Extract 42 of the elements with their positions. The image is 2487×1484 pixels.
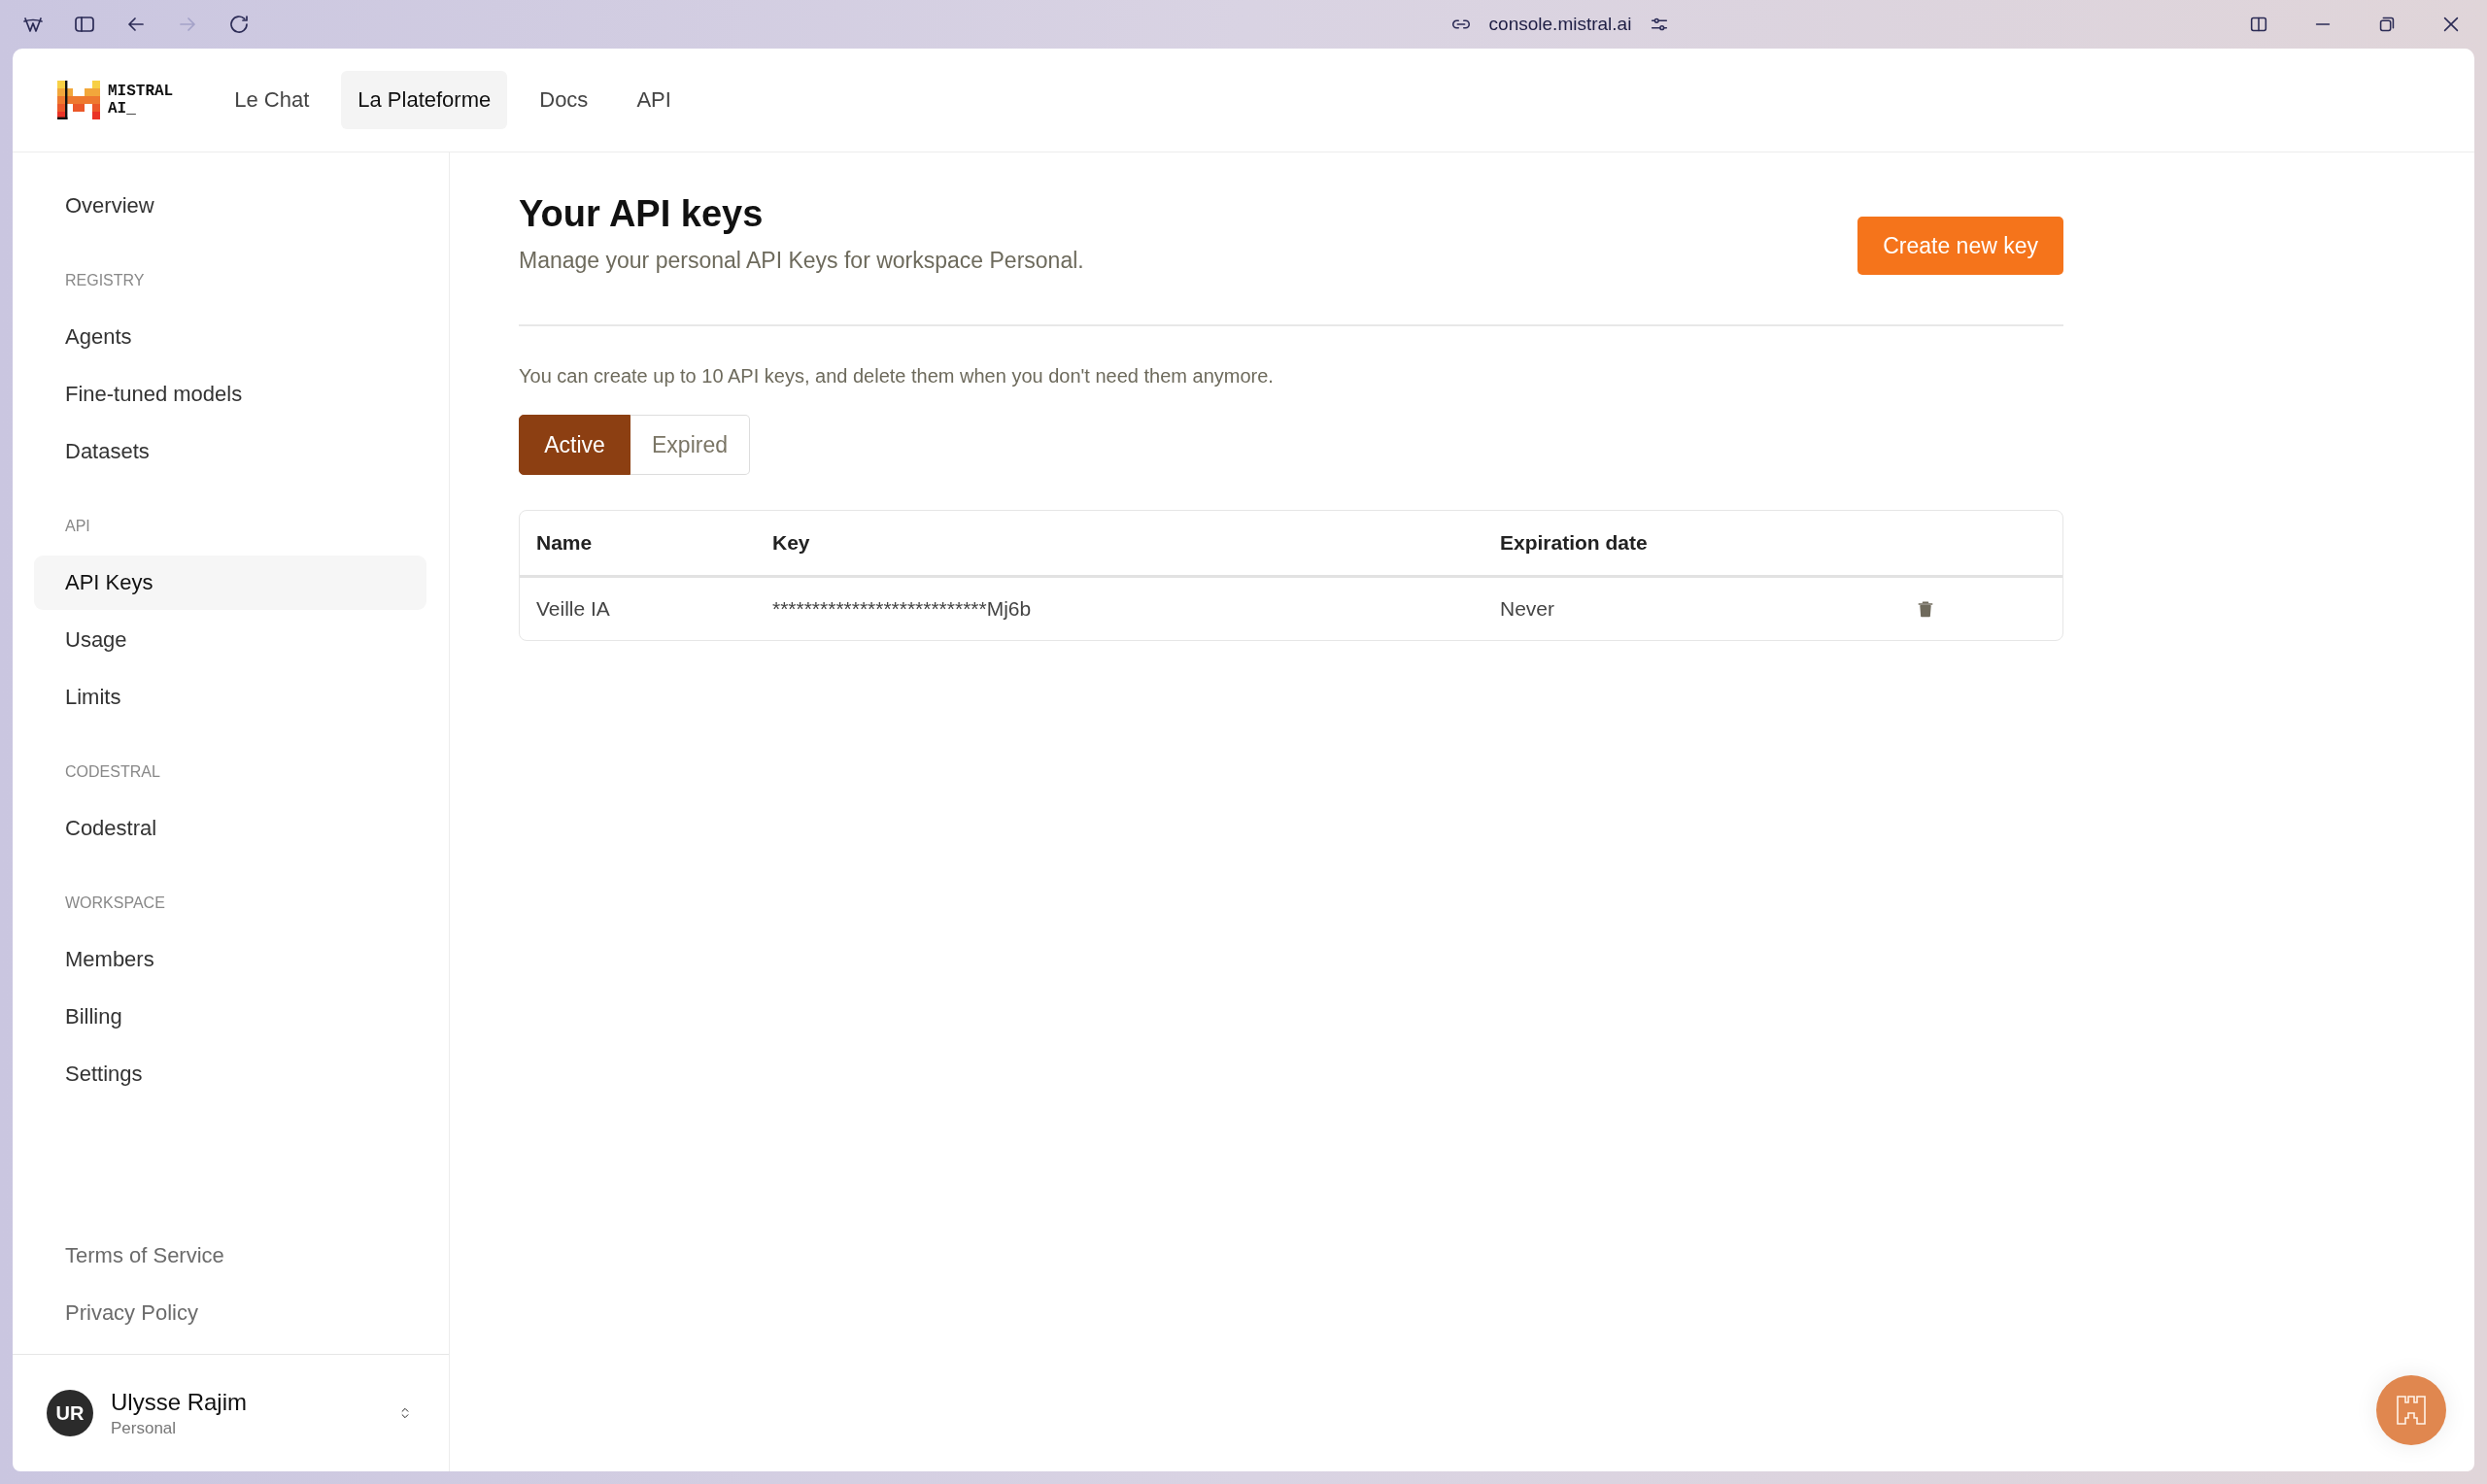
column-header: Expiration date: [1483, 511, 1899, 578]
filter-tab[interactable]: Active: [519, 415, 630, 475]
logo-text: AI_: [108, 100, 137, 118]
info-text: You can create up to 10 API keys, and delete them when you don't need them anymore.: [519, 365, 1275, 388]
footer-link[interactable]: Privacy Policy: [65, 1297, 449, 1329]
section-heading: CODESTRAL: [64, 762, 161, 782]
address-bar-url[interactable]: console.mistral.ai: [1488, 14, 1632, 35]
avatar: UR: [47, 1390, 93, 1436]
page-subtitle: Manage your personal API Keys for workspace Personal.: [519, 248, 1084, 274]
logo-text: MISTRAL: [108, 83, 174, 100]
table-cell-text: Veille IA: [535, 596, 611, 622]
nav-link[interactable]: API: [620, 71, 688, 129]
nav-link[interactable]: Le Chat: [218, 71, 326, 129]
account-switcher[interactable]: UR Ulysse Rajim Personal: [13, 1354, 449, 1471]
reload-icon[interactable]: [227, 13, 251, 36]
filter-tab[interactable]: Expired: [630, 415, 750, 475]
sidebar-item[interactable]: Settings: [34, 1047, 426, 1101]
section-heading: API: [64, 517, 91, 536]
sidebar-item[interactable]: Usage: [34, 613, 426, 667]
user-name: Ulysse Rajim: [111, 1388, 248, 1416]
sidebar-item[interactable]: Members: [34, 932, 426, 987]
sidebar-item[interactable]: Fine-tuned models: [34, 367, 426, 422]
table-cell-text: Never: [1499, 596, 1556, 622]
sidebar-item[interactable]: Datasets: [34, 424, 426, 479]
footer-link[interactable]: Terms of Service: [65, 1239, 449, 1271]
sidebar-item[interactable]: Limits: [34, 670, 426, 725]
sidebar-item[interactable]: Codestral: [34, 801, 426, 856]
column-header: Name: [520, 511, 756, 578]
workspace-name: Personal: [111, 1418, 178, 1438]
sidebar-item[interactable]: Overview: [34, 179, 426, 233]
nav-link[interactable]: La Plateforme: [341, 71, 508, 129]
table-cell-text: ***************************Mj6b: [771, 596, 1033, 622]
sidebar-item[interactable]: API Keys: [34, 556, 426, 610]
section-heading: REGISTRY: [64, 271, 146, 290]
column-header: Key: [756, 511, 1483, 578]
section-heading: WORKSPACE: [64, 894, 166, 913]
logo-icon: [57, 81, 100, 119]
page-title: Your API keys: [519, 192, 765, 236]
sidebar-item[interactable]: Billing: [34, 990, 426, 1044]
nav-link[interactable]: Docs: [523, 71, 605, 129]
sidebar-item[interactable]: Agents: [34, 310, 426, 364]
logo-icon: [2395, 1394, 2428, 1427]
